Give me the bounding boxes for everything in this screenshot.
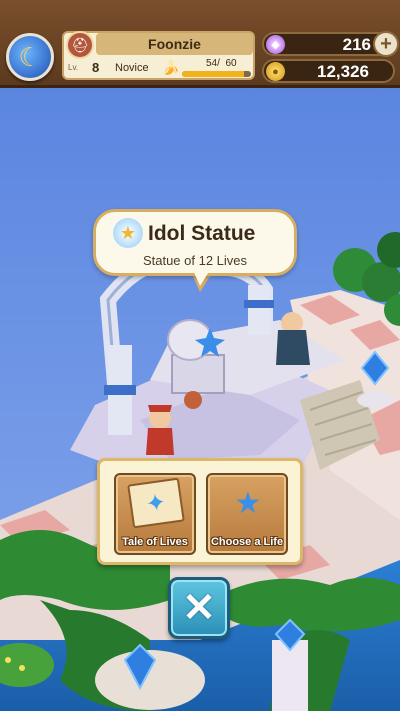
gem-counter: ◆ 216 + [262,31,399,57]
top-bar: ☾ ⛑ Foonzie Lv. 8 Novice 🍌 54/ 60 ◆ 216 … [0,0,400,88]
bubble-tail-inner [193,270,210,286]
open-book-icon: ✦ [127,477,185,529]
gem-amount: 216 [342,35,371,54]
bubble-title: Idol Statue [148,222,256,245]
bubble-subtitle: Statue of 12 Lives [142,253,248,268]
coin-counter: ● 12,326 [262,59,395,83]
helmet-icon: ⛑ [66,31,94,59]
exp-bar [182,71,251,77]
player-name: Foonzie [96,33,253,55]
coin-amount: 12,326 [317,62,369,81]
player-rank: Novice [115,62,149,74]
gem-icon: ◆ [266,35,285,54]
level-label: Lv. [68,63,79,72]
action-panel: ✦ Tale of Lives ★ Choose a Life [97,458,303,565]
close-button[interactable]: ✕ [168,577,230,639]
choose-a-life-label: Choose a Life [210,536,284,548]
exp-text: 54/ 60 [206,58,237,69]
location-bubble: ★ Idol Statue Statue of 12 Lives [93,209,297,276]
moon-key-icon[interactable]: ☾ [6,33,54,81]
banana-icon: 🍌 [162,59,180,75]
statue-icon: ★ [113,218,143,248]
player-profile[interactable]: ⛑ Foonzie Lv. 8 Novice 🍌 54/ 60 [62,31,255,80]
add-gems-button[interactable]: + [373,31,399,57]
choose-a-life-button[interactable]: ★ Choose a Life [206,473,288,555]
tale-of-lives-label: Tale of Lives [122,536,188,548]
level-value: 8 [92,60,100,75]
planet-statue-icon: ★ [234,486,262,520]
close-icon: ✕ [182,586,216,630]
exp-bar-fill [182,71,245,77]
tale-of-lives-button[interactable]: ✦ Tale of Lives [114,473,196,555]
coin-icon: ● [266,62,285,81]
